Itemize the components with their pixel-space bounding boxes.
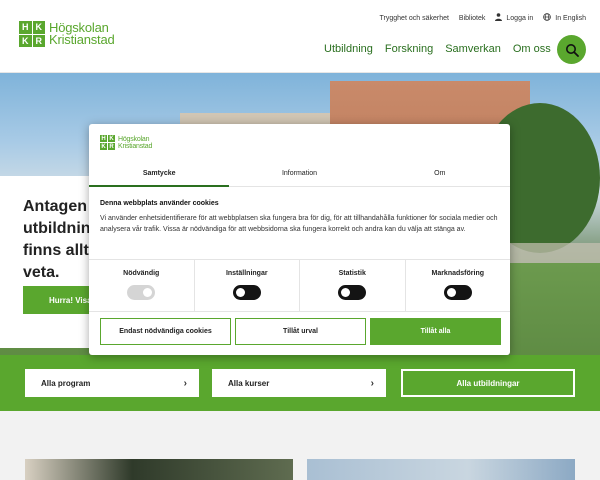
util-link-login-label: Logga in [506, 14, 534, 22]
cookie-dialog-logo: H K K R Högskolan Kristianstad [100, 135, 152, 150]
nav-item-om-oss[interactable]: Om oss [513, 43, 551, 55]
cookie-logo-text: Högskolan Kristianstad [118, 136, 152, 150]
tab-samtycke[interactable]: Samtycke [89, 161, 230, 187]
toggle-label-preferences: Inställningar [225, 270, 268, 277]
util-link-library-label: Bibliotek [458, 14, 486, 22]
util-link-library[interactable]: Bibliotek [459, 15, 485, 22]
necessary-only-button[interactable]: Endast nödvändiga cookies [100, 318, 231, 345]
cookie-logo-line-1: Högskolan [118, 135, 150, 143]
cookie-actions: Endast nödvändiga cookies Tillåt urval T… [100, 318, 501, 345]
hkr-logo-mark-icon: H K K R [100, 135, 115, 150]
nav-item-samverkan[interactable]: Samverkan [445, 43, 501, 55]
logo-line-2: Kristianstad [49, 32, 115, 47]
util-link-english-label: In English [555, 14, 586, 22]
utility-nav: Trygghet och säkerhet Bibliotek Logga in… [380, 13, 586, 23]
toggle-group-statistics: Statistik [300, 260, 406, 311]
search-icon [565, 43, 579, 57]
main-nav: Utbildning Forskning Samverkan Om oss [324, 43, 551, 55]
logo-letter: H [19, 21, 32, 34]
cookie-category-toggles: Nödvändig Inställningar Statistik Markna… [89, 259, 510, 312]
chevron-right-icon: › [370, 377, 374, 389]
tab-om[interactable]: Om [370, 161, 510, 186]
cookie-logo-line-2: Kristianstad [118, 142, 153, 150]
toggle-label-statistics: Statistik [338, 270, 366, 277]
logo-letter: R [108, 143, 115, 150]
allow-all-button[interactable]: Tillåt alla [370, 318, 501, 345]
util-link-safety[interactable]: Trygghet och säkerhet [380, 15, 449, 22]
cookie-description: Vi använder enhetsidentifierare för att … [100, 215, 498, 233]
site-logo[interactable]: H K K R Högskolan Kristianstad [19, 21, 115, 47]
toggle-label-marketing: Marknadsföring [431, 270, 484, 277]
globe-icon [543, 13, 552, 23]
logo-letter: K [108, 135, 115, 142]
cookie-tabs: Samtycke Information Om [89, 161, 510, 187]
card-image-sky[interactable] [307, 459, 575, 480]
toggle-label-necessary: Nödvändig [123, 270, 160, 277]
tab-information[interactable]: Information [229, 161, 369, 186]
all-programs-button[interactable]: Alla program › [25, 369, 199, 397]
search-button[interactable] [557, 35, 586, 64]
util-link-english[interactable]: In English [543, 13, 586, 23]
toggle-group-preferences: Inställningar [195, 260, 300, 311]
cookie-heading: Denna webbplats använder cookies [100, 200, 219, 207]
all-educations-button[interactable]: Alla utbildningar [401, 369, 575, 397]
allow-selection-button[interactable]: Tillåt urval [235, 318, 366, 345]
site-header: H K K R Högskolan Kristianstad Trygghet … [0, 0, 600, 73]
logo-letter: K [19, 34, 32, 47]
toggle-group-necessary: Nödvändig [89, 260, 195, 311]
all-courses-button[interactable]: Alla kurser › [212, 369, 386, 397]
hkr-logo-mark-icon: H K K R [19, 21, 45, 47]
logo-letter: H [100, 135, 107, 142]
util-link-login[interactable]: Logga in [495, 13, 533, 23]
util-link-safety-label: Trygghet och säkerhet [379, 14, 449, 22]
nav-item-utbildning[interactable]: Utbildning [324, 43, 373, 55]
user-icon [495, 13, 503, 23]
all-programs-label: Alla program [41, 378, 91, 388]
cookie-consent-dialog: H K K R Högskolan Kristianstad Samtycke … [89, 124, 510, 355]
nav-item-forskning[interactable]: Forskning [385, 43, 433, 55]
toggle-preferences[interactable] [232, 285, 261, 300]
toggle-statistics[interactable] [338, 285, 367, 300]
chevron-right-icon: › [183, 377, 187, 389]
toggle-group-marketing: Marknadsföring [406, 260, 511, 311]
toggle-marketing[interactable] [443, 285, 472, 300]
card-image-library[interactable] [25, 459, 293, 480]
logo-letter: K [100, 143, 107, 150]
all-courses-label: Alla kurser [228, 378, 270, 388]
logo-letter: K [32, 21, 45, 34]
logo-letter: R [32, 34, 45, 47]
toggle-necessary [127, 285, 156, 300]
logo-text: Högskolan Kristianstad [49, 21, 115, 47]
